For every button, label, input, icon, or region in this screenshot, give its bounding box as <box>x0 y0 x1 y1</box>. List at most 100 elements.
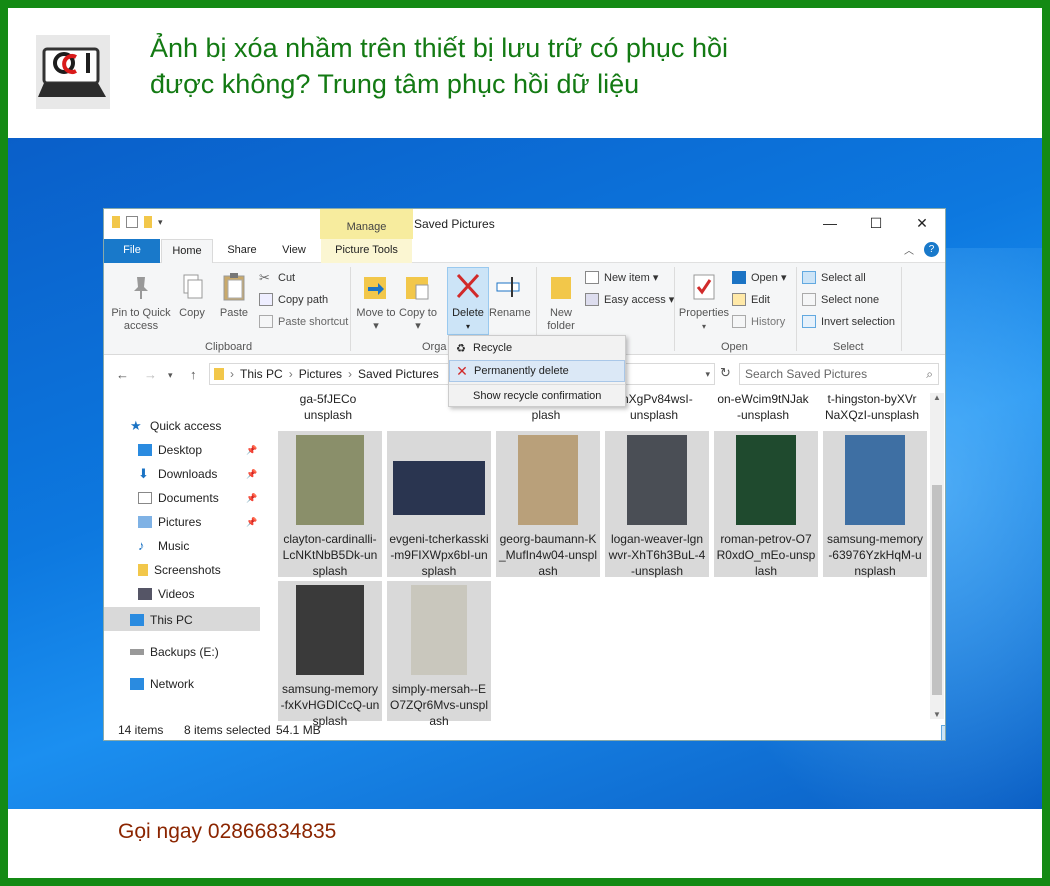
close-button[interactable]: ✕ <box>899 209 945 239</box>
window-controls[interactable]: — ☐ ✕ <box>807 209 945 239</box>
tab-home[interactable]: Home <box>161 239 213 263</box>
tab-share[interactable]: Share <box>222 239 262 263</box>
invert-selection-button[interactable]: Invert selection <box>802 315 895 328</box>
scroll-down-icon[interactable]: ▼ <box>933 710 941 719</box>
vertical-scrollbar[interactable]: ▲ ▼ <box>930 393 944 719</box>
pin-quick-access-button[interactable]: Pin to Quick access <box>108 271 174 333</box>
easy-access-icon <box>585 293 599 306</box>
nav-screenshots[interactable]: Screenshots <box>138 563 221 577</box>
file-tile[interactable]: clayton-cardinalli-LcNKtNbB5Dk-unsplash <box>278 431 382 578</box>
delete-button[interactable]: Delete ▾ <box>447 271 489 333</box>
file-tile[interactable]: samsung-memory-63976YzkHqM-unsplash <box>823 431 927 578</box>
breadcrumb-this-pc[interactable]: This PC <box>240 367 283 381</box>
easy-access-button[interactable]: Easy access ▾ <box>585 293 674 306</box>
delete-dropdown-menu[interactable]: ♻ Recycle ✕ Permanently delete Show recy… <box>448 335 626 407</box>
paste-shortcut-button[interactable]: Paste shortcut <box>259 315 348 328</box>
file-name: logan-weaver-lgnwvr-XhT6h3BuL-4-unsplash <box>608 532 706 578</box>
file-tile[interactable]: logan-weaver-lgnwvr-XhT6h3BuL-4-unsplash <box>605 431 709 578</box>
properties-dropdown-arrow[interactable]: ▾ <box>678 320 730 333</box>
permanently-delete-menu-item[interactable]: ✕ Permanently delete <box>449 360 625 382</box>
file-item-partial[interactable]: t-hingston-byXVr NaXQzI-unsplash <box>817 391 927 423</box>
new-folder-icon[interactable] <box>144 216 152 228</box>
open-button[interactable]: Open ▾ <box>732 271 787 284</box>
large-icons-view-icon[interactable] <box>941 725 945 740</box>
history-button[interactable]: History <box>732 315 785 328</box>
tab-file[interactable]: File <box>104 239 160 263</box>
nav-pictures[interactable]: Pictures <box>138 515 201 529</box>
pin-icon[interactable]: 📌 <box>246 517 257 528</box>
nav-documents[interactable]: Documents <box>138 491 219 505</box>
customize-toolbar-icon[interactable]: ▾ <box>158 217 163 228</box>
cut-button[interactable]: ✂ Cut <box>259 271 295 284</box>
breadcrumb-saved-pictures[interactable]: Saved Pictures <box>358 367 439 381</box>
tab-view[interactable]: View <box>274 239 314 263</box>
recent-locations-icon[interactable]: ▾ <box>168 370 173 381</box>
navigation-pane[interactable]: ★ Quick access Desktop 📌 ⬇ Downloads 📌 D… <box>104 395 262 715</box>
selection-size: 54.1 MB <box>276 723 321 737</box>
nav-quick-access[interactable]: ★ Quick access <box>130 419 221 433</box>
breadcrumb-chevron-icon[interactable]: › <box>289 367 293 381</box>
up-arrow-icon[interactable]: ↑ <box>190 367 197 382</box>
edit-button[interactable]: Edit <box>732 293 770 306</box>
collapse-ribbon-icon[interactable]: ︿ <box>904 242 914 257</box>
file-item-partial[interactable]: ga-5fJECo unsplash <box>273 391 383 423</box>
scrollbar-thumb[interactable] <box>932 485 942 695</box>
file-item-partial[interactable]: on-eWcim9tNJak -unsplash <box>708 391 818 423</box>
minimize-button[interactable]: — <box>807 209 853 239</box>
file-explorer-window[interactable]: ▾ Manage Saved Pictures — ☐ ✕ File Home … <box>103 208 946 741</box>
copy-button[interactable]: Copy <box>174 271 210 320</box>
nav-network[interactable]: Network <box>130 677 194 691</box>
select-none-button[interactable]: Select none <box>802 293 879 306</box>
forward-arrow-icon[interactable]: → <box>144 367 157 382</box>
move-to-button[interactable]: Move to ▾ <box>356 271 396 333</box>
breadcrumb-chevron-icon[interactable]: › <box>230 367 234 381</box>
title-bar[interactable]: ▾ Manage Saved Pictures — ☐ ✕ <box>104 209 945 239</box>
copy-to-button[interactable]: Copy to ▾ <box>398 271 438 333</box>
nav-downloads[interactable]: ⬇ Downloads <box>138 467 217 481</box>
file-tile[interactable]: samsung-memory-fxKvHGDICcQ-unsplash <box>278 581 382 728</box>
properties-icon[interactable] <box>126 216 138 228</box>
rename-button[interactable]: Rename <box>489 271 531 320</box>
nav-desktop[interactable]: Desktop <box>138 443 202 457</box>
new-folder-button[interactable]: New folder <box>542 271 580 333</box>
delete-dropdown-arrow[interactable]: ▾ <box>447 320 489 333</box>
nav-this-pc[interactable]: This PC <box>130 613 193 627</box>
nav-backups-drive[interactable]: Backups (E:) <box>130 645 219 659</box>
paste-shortcut-icon <box>259 315 273 328</box>
pin-icon[interactable]: 📌 <box>246 493 257 504</box>
computer-icon <box>130 614 144 626</box>
pin-icon[interactable]: 📌 <box>246 445 257 456</box>
manage-context-tab[interactable]: Manage <box>320 209 413 239</box>
properties-button[interactable]: Properties ▾ <box>678 271 730 333</box>
show-recycle-confirmation-menu-item[interactable]: Show recycle confirmation <box>449 384 625 406</box>
new-item-button[interactable]: New item ▾ <box>585 271 658 284</box>
desktop-icon <box>138 444 152 456</box>
file-list[interactable]: ga-5fJECo unsplash plash qnXgPv84wsI- un… <box>273 391 930 728</box>
search-input[interactable]: Search Saved Pictures ⌕ <box>739 363 939 385</box>
paste-button[interactable]: Paste <box>214 271 254 320</box>
maximize-button[interactable]: ☐ <box>853 209 899 239</box>
tab-picture-tools[interactable]: Picture Tools <box>321 239 412 263</box>
nav-videos[interactable]: Videos <box>138 587 194 601</box>
scroll-up-icon[interactable]: ▲ <box>933 393 941 402</box>
pin-icon[interactable]: 📌 <box>246 469 257 480</box>
recycle-menu-item[interactable]: ♻ Recycle <box>449 337 625 359</box>
refresh-icon[interactable]: ↻ <box>720 365 731 381</box>
help-button[interactable]: ? <box>924 242 939 257</box>
ribbon-right-controls[interactable]: ︿ ? <box>904 242 939 257</box>
search-icon[interactable]: ⌕ <box>926 364 933 384</box>
file-tile[interactable]: roman-petrov-O7R0xdO_mEo-unsplash <box>714 431 818 578</box>
breadcrumb-chevron-icon[interactable]: › <box>348 367 352 381</box>
file-tile[interactable]: georg-baumann-K_MufIn4w04-unsplash <box>496 431 600 578</box>
nav-music[interactable]: ♪ Music <box>138 539 189 553</box>
file-tile[interactable]: evgeni-tcherkasski-m9FIXWpx6bI-unsplash <box>387 431 491 578</box>
file-tile[interactable]: simply-mersah--EO7ZQr6Mvs-unsplash <box>387 581 491 728</box>
copy-path-button[interactable]: Copy path <box>259 293 328 306</box>
back-arrow-icon[interactable]: ← <box>116 367 129 382</box>
address-dropdown-icon[interactable]: ▾ <box>705 369 710 380</box>
quick-access-toolbar[interactable]: ▾ <box>112 216 163 228</box>
breadcrumb-pictures[interactable]: Pictures <box>299 367 342 381</box>
ribbon-tabs[interactable]: File Home Share View Picture Tools ︿ ? <box>104 239 945 263</box>
select-all-button[interactable]: Select all <box>802 271 866 284</box>
properties-icon <box>690 271 718 303</box>
